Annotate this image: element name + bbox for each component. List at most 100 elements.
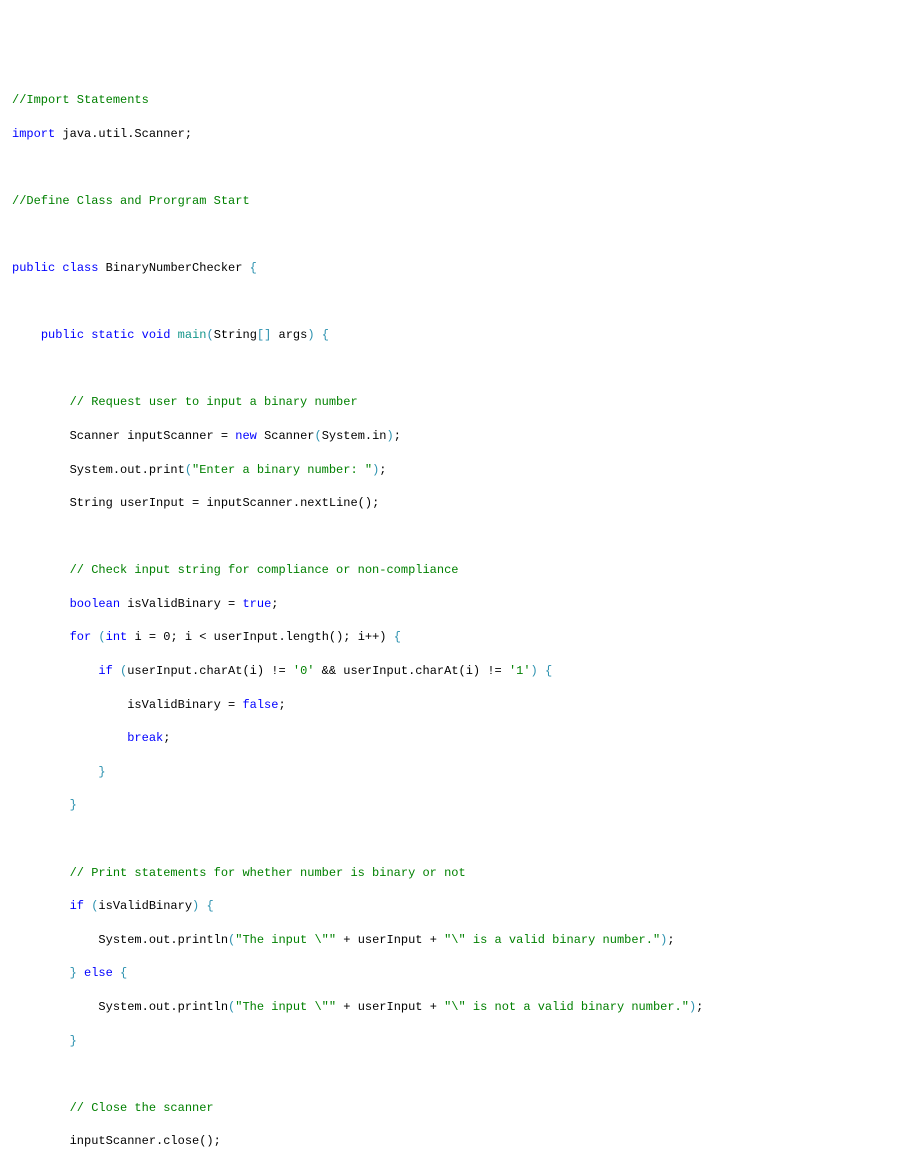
keyword-static: static xyxy=(91,328,134,342)
comment: // Print statements for whether number i… xyxy=(70,866,466,880)
indent xyxy=(12,899,70,913)
code-line: System.out.println("The input \"" + user… xyxy=(12,932,903,949)
code-line: break; xyxy=(12,730,903,747)
text: != xyxy=(480,664,509,678)
var-i: i xyxy=(134,630,141,644)
indent xyxy=(12,966,70,980)
paren: ) xyxy=(192,899,199,913)
close-call: inputScanner.close(); xyxy=(70,1134,221,1148)
indent xyxy=(12,429,70,443)
method-call: userInput.length() xyxy=(214,630,344,644)
indent xyxy=(12,1101,70,1115)
semi: ; xyxy=(278,698,285,712)
paren: ( xyxy=(91,899,98,913)
code-line: inputScanner.close(); xyxy=(12,1133,903,1150)
brace: } xyxy=(98,765,105,779)
text xyxy=(134,328,141,342)
code-line: String userInput = inputScanner.nextLine… xyxy=(12,495,903,512)
text: = inputScanner xyxy=(185,496,293,510)
var-name: inputScanner xyxy=(127,429,213,443)
paren: ( xyxy=(120,664,127,678)
paren: ) xyxy=(689,1000,696,1014)
string-literal: "The input \"" xyxy=(235,933,336,947)
text: + xyxy=(423,933,445,947)
keyword-class: class xyxy=(62,261,98,275)
keyword-break: break xyxy=(127,731,163,745)
code-line: for (int i = 0; i < userInput.length(); … xyxy=(12,629,903,646)
indent xyxy=(12,496,70,510)
text: = xyxy=(142,630,164,644)
text xyxy=(77,966,84,980)
char-literal: '0' xyxy=(293,664,315,678)
indent xyxy=(12,731,127,745)
indent xyxy=(12,1034,70,1048)
semi: ; xyxy=(394,429,401,443)
text: = xyxy=(221,597,243,611)
brace: { xyxy=(250,261,257,275)
type-string: String xyxy=(70,496,113,510)
text xyxy=(84,899,91,913)
indent xyxy=(12,798,70,812)
code-line: //Define Class and Prorgram Start xyxy=(12,193,903,210)
paren: ) xyxy=(307,328,314,342)
text xyxy=(127,630,134,644)
code-line: Scanner inputScanner = new Scanner(Syste… xyxy=(12,428,903,445)
indent xyxy=(12,563,70,577)
keyword-else: else xyxy=(84,966,113,980)
param-args: args xyxy=(279,328,308,342)
code-line: // Check input string for compliance or … xyxy=(12,562,903,579)
paren: ( xyxy=(228,933,235,947)
indent xyxy=(12,463,70,477)
brace: } xyxy=(70,1034,77,1048)
text xyxy=(91,630,98,644)
indent xyxy=(12,933,98,947)
text xyxy=(315,328,322,342)
blank-line xyxy=(12,294,903,311)
text: = xyxy=(214,429,236,443)
method-name: main xyxy=(178,328,207,342)
text xyxy=(271,328,278,342)
keyword-void: void xyxy=(142,328,171,342)
code-editor[interactable]: //Import Statements import java.util.Sca… xyxy=(12,75,903,1158)
paren: ) xyxy=(387,429,394,443)
keyword-false: false xyxy=(242,698,278,712)
text xyxy=(538,664,545,678)
keyword-import: import xyxy=(12,127,55,141)
keyword-if: if xyxy=(98,664,112,678)
paren: ( xyxy=(228,1000,235,1014)
string-literal: "\" is a valid binary number." xyxy=(444,933,660,947)
text xyxy=(98,261,105,275)
paren: ( xyxy=(98,630,105,644)
paren: ( xyxy=(206,328,213,342)
indent xyxy=(12,698,127,712)
code-line: System.out.print("Enter a binary number:… xyxy=(12,462,903,479)
semi: ; xyxy=(667,933,674,947)
indent xyxy=(12,1134,70,1148)
indent xyxy=(12,1000,98,1014)
text: + xyxy=(336,1000,358,1014)
indent xyxy=(12,395,70,409)
text: Scanner xyxy=(257,429,315,443)
keyword-for: for xyxy=(70,630,92,644)
var-name: isValidBinary xyxy=(98,899,192,913)
text: = xyxy=(221,698,243,712)
text xyxy=(120,597,127,611)
brace: { xyxy=(545,664,552,678)
code-line: } else { xyxy=(12,965,903,982)
keyword-boolean: boolean xyxy=(70,597,120,611)
semi: ; xyxy=(271,597,278,611)
semi: ; xyxy=(696,1000,703,1014)
comment: //Import Statements xyxy=(12,93,149,107)
brace: } xyxy=(70,798,77,812)
code-line: public class BinaryNumberChecker { xyxy=(12,260,903,277)
semi: ; xyxy=(163,731,170,745)
method-call: .nextLine(); xyxy=(293,496,379,510)
keyword-true: true xyxy=(242,597,271,611)
comment: // Close the scanner xyxy=(70,1101,214,1115)
keyword-public: public xyxy=(41,328,84,342)
text xyxy=(199,899,206,913)
number-zero: 0 xyxy=(163,630,170,644)
string-literal: "\" is not a valid binary number." xyxy=(444,1000,689,1014)
code-line: if (userInput.charAt(i) != '0' && userIn… xyxy=(12,663,903,680)
text xyxy=(113,966,120,980)
